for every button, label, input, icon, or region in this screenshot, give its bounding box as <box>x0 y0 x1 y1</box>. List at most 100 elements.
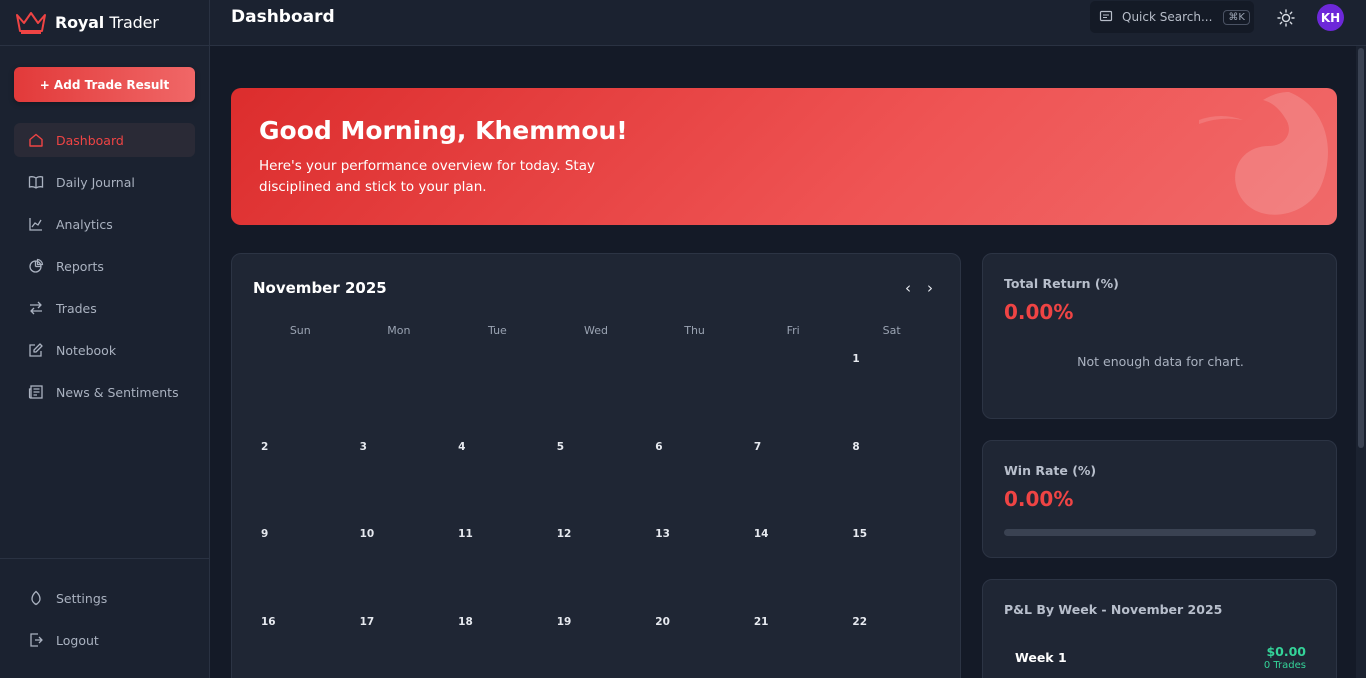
newspaper-icon <box>28 384 44 400</box>
sidebar-item-notebook[interactable]: Notebook <box>14 333 195 367</box>
sidebar-item-label: Daily Journal <box>56 174 135 190</box>
sidebar-item-label: Logout <box>56 632 99 648</box>
sidebar-nav: Dashboard Daily Journal Analytics Report… <box>14 123 195 417</box>
calendar-empty-cell <box>350 352 449 440</box>
add-trade-result-button[interactable]: + Add Trade Result <box>14 67 195 102</box>
weekday-label: Sat <box>882 324 901 337</box>
app-root: Royal Trader + Add Trade Result Dashboar… <box>0 0 1366 678</box>
book-icon <box>28 174 44 190</box>
chevron-left-icon[interactable]: ‹ <box>905 279 911 297</box>
quick-search-button[interactable]: Quick Search... ⌘K <box>1090 1 1254 33</box>
calendar-day[interactable]: 14 <box>744 527 843 615</box>
weekday-label: Tue <box>488 324 507 337</box>
crown-logo-icon <box>16 11 46 34</box>
pnl-by-week-card: P&L By Week - November 2025 Week 1 $0.00… <box>982 579 1337 678</box>
weekday-label: Fri <box>786 324 800 337</box>
calendar-day[interactable]: 7 <box>744 440 843 528</box>
pnl-title: P&L By Week - November 2025 <box>1004 602 1223 617</box>
home-icon <box>28 132 44 148</box>
calendar-day[interactable]: 10 <box>350 527 449 615</box>
page-scrollbar[interactable] <box>1356 46 1366 678</box>
calendar-empty-cell <box>448 352 547 440</box>
calendar-day[interactable]: 3 <box>350 440 449 528</box>
weekday-header: Sun Mon Tue Wed Thu Fri Sat <box>251 324 941 337</box>
sidebar: Royal Trader + Add Trade Result Dashboar… <box>0 0 210 678</box>
main-content: Good Morning, Khemmou! Here's your perfo… <box>210 46 1356 678</box>
logout-icon <box>28 632 44 648</box>
calendar-month: November 2025 <box>253 279 387 297</box>
sidebar-footer: Settings Logout <box>0 558 209 665</box>
brand[interactable]: Royal Trader <box>0 0 209 46</box>
avatar[interactable]: KH <box>1317 4 1344 31</box>
sidebar-item-label: Trades <box>56 300 97 316</box>
win-rate-title: Win Rate (%) <box>1004 463 1097 478</box>
win-rate-value: 0.00% <box>1004 487 1074 511</box>
calendar-day[interactable]: 13 <box>645 527 744 615</box>
quick-search-label: Quick Search... <box>1122 10 1213 24</box>
sidebar-item-label: Reports <box>56 258 104 274</box>
calendar-empty-cell <box>645 352 744 440</box>
week-label: Week 1 <box>1015 650 1067 665</box>
calendar-day[interactable]: 4 <box>448 440 547 528</box>
command-icon <box>1099 9 1113 26</box>
sidebar-item-daily-journal[interactable]: Daily Journal <box>14 165 195 199</box>
sidebar-item-label: Notebook <box>56 342 117 358</box>
greeting-subtitle: Here's your performance overview for tod… <box>259 158 595 195</box>
chevron-right-icon[interactable]: › <box>927 279 933 297</box>
calendar-day[interactable]: 1 <box>842 352 941 440</box>
settings-icon <box>28 590 44 606</box>
chart-empty-message: Not enough data for chart. <box>1077 354 1244 369</box>
total-return-title: Total Return (%) <box>1004 276 1119 291</box>
sidebar-item-label: Settings <box>56 590 108 606</box>
calendar-day[interactable]: 8 <box>842 440 941 528</box>
topbar: Dashboard Quick Search... ⌘K KH <box>210 0 1366 46</box>
sidebar-item-label: Analytics <box>56 216 113 232</box>
calendar-day[interactable]: 19 <box>547 615 646 678</box>
sidebar-item-dashboard[interactable]: Dashboard <box>14 123 195 157</box>
calendar-day[interactable]: 6 <box>645 440 744 528</box>
sidebar-item-reports[interactable]: Reports <box>14 249 195 283</box>
calendar-day[interactable]: 20 <box>645 615 744 678</box>
calendar-day[interactable]: 9 <box>251 527 350 615</box>
weekday-label: Sun <box>289 324 311 337</box>
sidebar-item-settings[interactable]: Settings <box>14 581 195 615</box>
sidebar-item-label: News & Sentiments <box>56 384 179 400</box>
search-shortcut-badge: ⌘K <box>1223 9 1250 25</box>
greeting-title: Good Morning, Khemmou! <box>259 116 628 145</box>
calendar-day[interactable]: 2 <box>251 440 350 528</box>
weekday-label: Wed <box>584 324 608 337</box>
calendar-day[interactable]: 21 <box>744 615 843 678</box>
calendar-day[interactable]: 22 <box>842 615 941 678</box>
calendar-day[interactable]: 11 <box>448 527 547 615</box>
calendar-day[interactable]: 18 <box>448 615 547 678</box>
calendar-day[interactable]: 15 <box>842 527 941 615</box>
calendar-empty-cell <box>547 352 646 440</box>
win-rate-progress-bar <box>1004 529 1316 536</box>
welcome-banner: Good Morning, Khemmou! Here's your perfo… <box>231 88 1337 225</box>
week-row[interactable]: Week 1 $0.00 0 Trades <box>1004 642 1316 678</box>
arrows-exchange-icon <box>28 300 44 316</box>
sidebar-item-trades[interactable]: Trades <box>14 291 195 325</box>
sun-icon[interactable] <box>1276 8 1296 28</box>
weekday-label: Thu <box>684 324 705 337</box>
weekday-label: Mon <box>387 324 411 337</box>
total-return-card: Total Return (%) 0.00% Not enough data f… <box>982 253 1337 419</box>
week-amount: $0.00 <box>1266 644 1306 659</box>
sidebar-item-analytics[interactable]: Analytics <box>14 207 195 241</box>
calendar-day[interactable]: 5 <box>547 440 646 528</box>
sidebar-item-news-sentiments[interactable]: News & Sentiments <box>14 375 195 409</box>
calendar-day[interactable]: 16 <box>251 615 350 678</box>
calendar-day[interactable]: 12 <box>547 527 646 615</box>
calendar-card: November 2025 ‹ › Sun Mon Tue Wed Thu Fri Sat … <box>231 253 961 678</box>
calendar-empty-cell <box>744 352 843 440</box>
scrollbar-thumb[interactable] <box>1358 48 1364 448</box>
sidebar-item-label: Dashboard <box>56 132 124 148</box>
banner-decoration-icon <box>1199 92 1328 215</box>
calendar-day[interactable]: 17 <box>350 615 449 678</box>
sidebar-item-logout[interactable]: Logout <box>14 623 195 657</box>
calendar-grid: 1 2 3 4 5 6 7 8 9 10 11 12 13 14 15 16 17 18 19 20 21 22 <box>251 352 941 678</box>
pie-chart-icon <box>28 258 44 274</box>
total-return-value: 0.00% <box>1004 300 1074 324</box>
week-trade-count: 0 Trades <box>1263 660 1306 671</box>
page-title: Dashboard <box>231 7 335 27</box>
